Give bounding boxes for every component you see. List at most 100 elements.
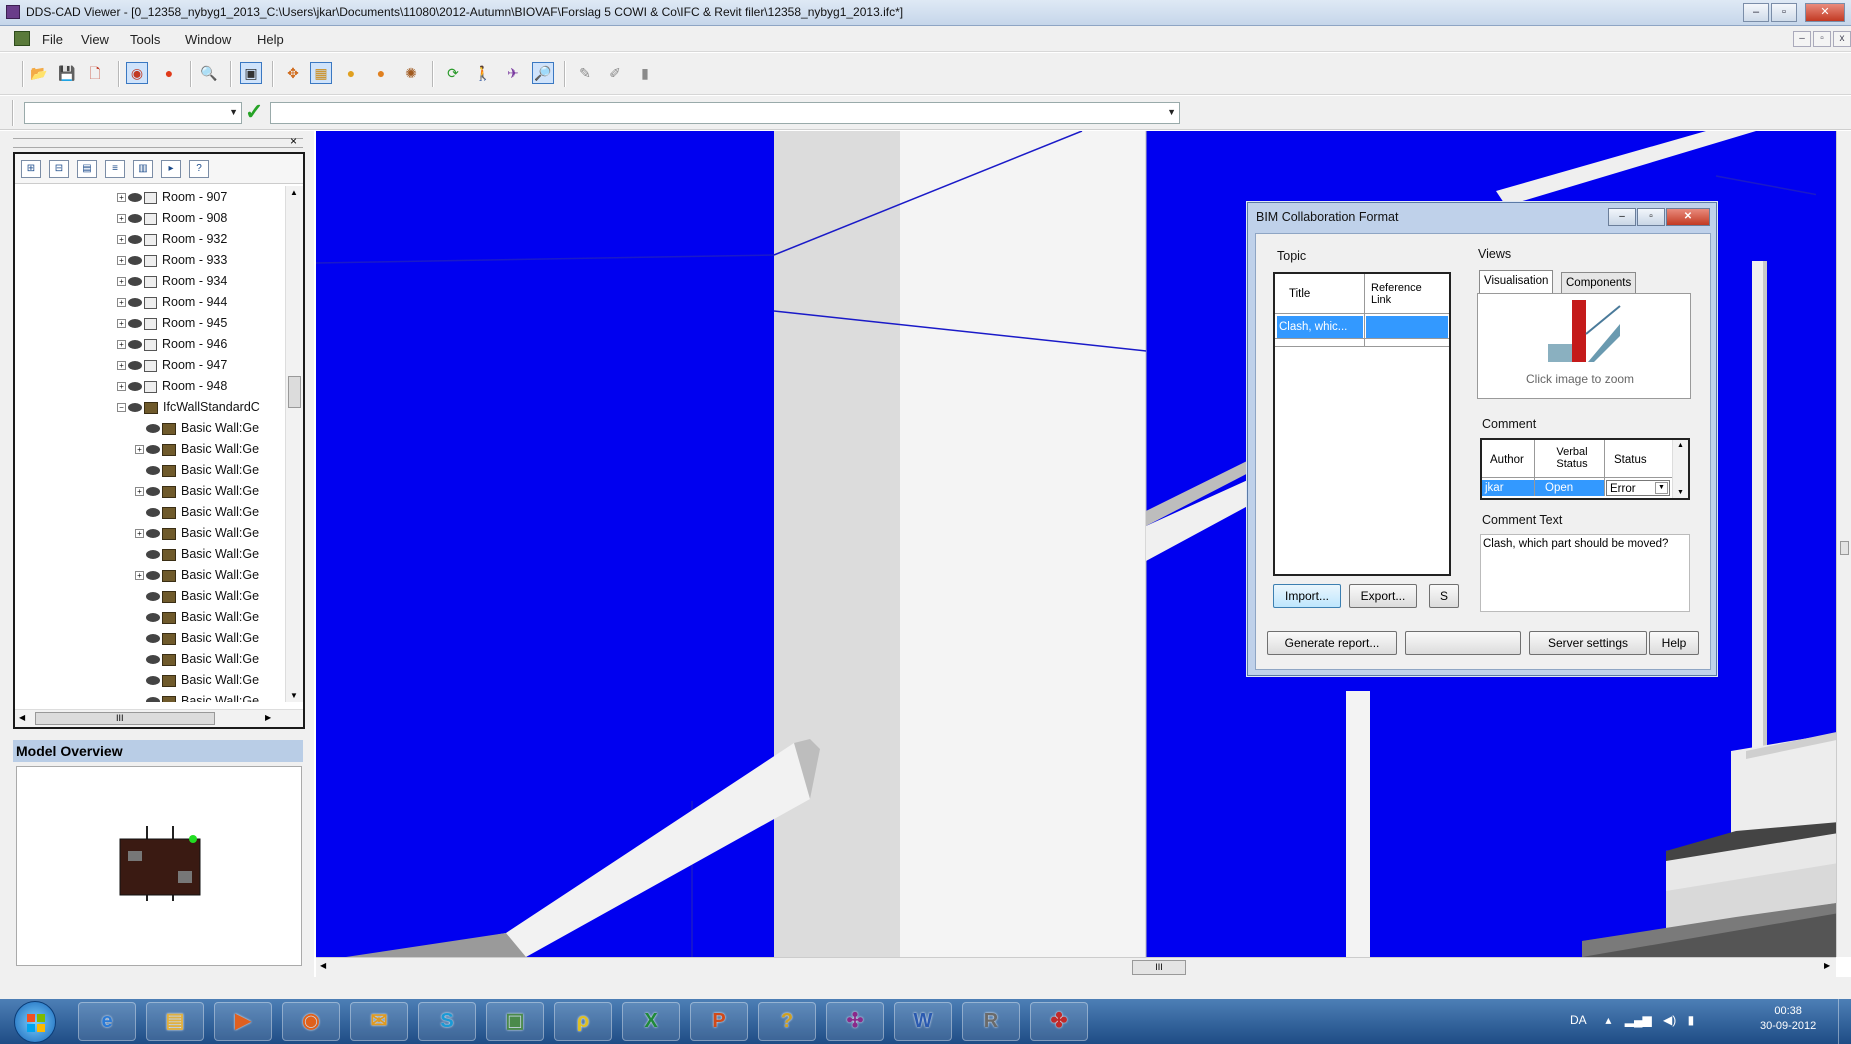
expand-icon[interactable]: + bbox=[117, 382, 126, 392]
tree-item[interactable]: Basic Wall:Ge bbox=[135, 589, 259, 610]
mdi-minimize-button[interactable]: – bbox=[1793, 31, 1811, 47]
visibility-eye-icon[interactable] bbox=[128, 298, 142, 308]
visibility-eye-icon[interactable] bbox=[146, 466, 160, 476]
refresh-icon[interactable]: ⟳ bbox=[442, 62, 464, 84]
sphere2-icon[interactable]: ● bbox=[370, 62, 392, 84]
battery-icon[interactable]: ▮ bbox=[1688, 1013, 1695, 1027]
tree-properties-icon[interactable]: ≡ bbox=[105, 160, 125, 178]
blank-button[interactable] bbox=[1405, 631, 1521, 655]
model-icon[interactable]: ▦ bbox=[310, 62, 332, 84]
command-combo[interactable]: ▼ bbox=[270, 102, 1180, 124]
tree-item[interactable]: Basic Wall:Ge bbox=[135, 631, 259, 652]
open-folder-icon[interactable]: 📂 bbox=[28, 62, 50, 84]
dialog-minimize-button[interactable]: – bbox=[1608, 208, 1636, 226]
tree-item[interactable]: + Basic Wall:Ge bbox=[135, 526, 259, 547]
explorer-icon[interactable]: ▤ bbox=[146, 1002, 204, 1041]
comment-row-author[interactable]: jkar bbox=[1482, 480, 1534, 496]
comment-col-author[interactable]: Author bbox=[1490, 454, 1524, 466]
clip-icon[interactable]: ▣ bbox=[240, 62, 262, 84]
volume-icon[interactable]: ◀) bbox=[1663, 1013, 1676, 1027]
s-button[interactable]: S bbox=[1429, 584, 1459, 608]
visibility-eye-icon[interactable] bbox=[128, 256, 142, 266]
tree-item[interactable]: Basic Wall:Ge bbox=[135, 421, 259, 442]
collapse-icon[interactable]: − bbox=[117, 403, 126, 413]
visibility-eye-icon[interactable] bbox=[128, 193, 142, 203]
panel-close-icon[interactable]: × bbox=[290, 134, 297, 148]
tree-item[interactable]: + Basic Wall:Ge bbox=[135, 442, 259, 463]
expand-icon[interactable]: + bbox=[117, 214, 126, 224]
visibility-eye-icon[interactable] bbox=[146, 613, 160, 623]
visibility-eye-icon[interactable] bbox=[128, 319, 142, 329]
scroll-thumb[interactable] bbox=[1840, 541, 1849, 555]
comment-text-field[interactable]: Clash, which part should be moved? bbox=[1480, 534, 1690, 612]
expand-icon[interactable]: + bbox=[117, 340, 126, 350]
tree-expand-icon[interactable]: ⊞ bbox=[21, 160, 41, 178]
visibility-eye-icon[interactable] bbox=[128, 382, 142, 392]
topic-row-title[interactable]: Clash, whic... bbox=[1277, 316, 1363, 338]
tree-item[interactable]: Basic Wall:Ge bbox=[135, 505, 259, 526]
tree-item[interactable]: + Room - 944 bbox=[117, 295, 227, 316]
visibility-eye-icon[interactable] bbox=[146, 634, 160, 644]
tree-item[interactable]: + Room - 933 bbox=[117, 253, 227, 274]
ddscad-icon[interactable]: ✣ bbox=[826, 1002, 884, 1041]
tree-item[interactable]: + Room - 932 bbox=[117, 232, 227, 253]
tab-visualisation[interactable]: Visualisation bbox=[1479, 270, 1554, 294]
grid-icon[interactable]: ▮ bbox=[634, 62, 656, 84]
help-button[interactable]: Help bbox=[1649, 631, 1699, 655]
snapshot-thumbnail[interactable] bbox=[1478, 294, 1690, 364]
server-settings-button[interactable]: Server settings bbox=[1529, 631, 1647, 655]
visibility-eye-icon[interactable] bbox=[146, 697, 160, 702]
export-button[interactable]: Export... bbox=[1349, 584, 1417, 608]
tree-item[interactable]: Basic Wall:Ge bbox=[135, 463, 259, 484]
comment-status-select[interactable]: Error ▼ bbox=[1606, 480, 1670, 496]
comment-row-verbal-status[interactable]: Open bbox=[1535, 480, 1604, 496]
visibility-eye-icon[interactable] bbox=[146, 655, 160, 665]
visibility-eye-icon[interactable] bbox=[146, 508, 160, 518]
visibility-eye-icon[interactable] bbox=[128, 235, 142, 245]
dialog-maximize-button[interactable]: ▫ bbox=[1637, 208, 1665, 226]
sphere-icon[interactable]: ● bbox=[340, 62, 362, 84]
measure-icon[interactable]: ✎ bbox=[574, 62, 596, 84]
tree-item[interactable]: Basic Wall:Ge bbox=[135, 694, 259, 702]
save-icon[interactable]: 💾 bbox=[56, 62, 78, 84]
tree-item[interactable]: Basic Wall:Ge bbox=[135, 547, 259, 568]
viewport-vertical-scrollbar[interactable] bbox=[1836, 131, 1851, 957]
network-icon[interactable]: ▂▄▆ bbox=[1625, 1013, 1652, 1027]
walk-icon[interactable]: ✺ bbox=[400, 62, 422, 84]
pan-icon[interactable]: ✥ bbox=[282, 62, 304, 84]
tray-clock[interactable]: 00:38 30-09-2012 bbox=[1760, 1004, 1816, 1034]
visibility-eye-icon[interactable] bbox=[146, 424, 160, 434]
expand-icon[interactable]: + bbox=[135, 529, 144, 539]
search-icon[interactable]: ρ bbox=[554, 1002, 612, 1041]
skype-icon[interactable]: S bbox=[418, 1002, 476, 1041]
firefox-icon[interactable]: ◉ bbox=[282, 1002, 340, 1041]
tree-item[interactable]: Basic Wall:Ge bbox=[135, 652, 259, 673]
comment-grid-scrollbar[interactable]: ▲ ▼ bbox=[1672, 440, 1688, 498]
scroll-up-icon[interactable]: ▲ bbox=[1677, 442, 1684, 449]
outlook-icon[interactable]: ✉ bbox=[350, 1002, 408, 1041]
expand-icon[interactable]: + bbox=[117, 193, 126, 203]
scroll-thumb[interactable] bbox=[288, 376, 301, 408]
tree-item[interactable]: Basic Wall:Ge bbox=[135, 673, 259, 694]
expand-icon[interactable]: + bbox=[117, 256, 126, 266]
tree-item[interactable]: Basic Wall:Ge bbox=[135, 610, 259, 631]
comment-col-status[interactable]: Status bbox=[1614, 454, 1647, 466]
powerpoint-icon[interactable]: P bbox=[690, 1002, 748, 1041]
mdi-restore-button[interactable]: ▫ bbox=[1813, 31, 1831, 47]
monitor-icon[interactable]: ▣ bbox=[486, 1002, 544, 1041]
excel-icon[interactable]: X bbox=[622, 1002, 680, 1041]
snapshot-panel[interactable]: Click image to zoom bbox=[1477, 293, 1691, 399]
dialog-close-button[interactable]: ✕ bbox=[1666, 208, 1710, 226]
expand-icon[interactable]: + bbox=[135, 487, 144, 497]
generate-report-button[interactable]: Generate report... bbox=[1267, 631, 1397, 655]
view-icon[interactable]: 🔍 bbox=[198, 62, 220, 84]
measure2-icon[interactable]: ✐ bbox=[604, 62, 626, 84]
panel-grip[interactable] bbox=[13, 138, 303, 148]
maximize-button[interactable]: ▫ bbox=[1771, 3, 1797, 22]
visibility-eye-icon[interactable] bbox=[128, 340, 142, 350]
topic-col-reference[interactable]: Reference Link bbox=[1371, 282, 1441, 306]
scroll-left-icon[interactable]: ◀ bbox=[320, 961, 326, 970]
menu-view[interactable]: View bbox=[81, 32, 109, 47]
tree-help-icon[interactable]: ? bbox=[189, 160, 209, 178]
tree-item[interactable]: + Room - 908 bbox=[117, 211, 227, 232]
